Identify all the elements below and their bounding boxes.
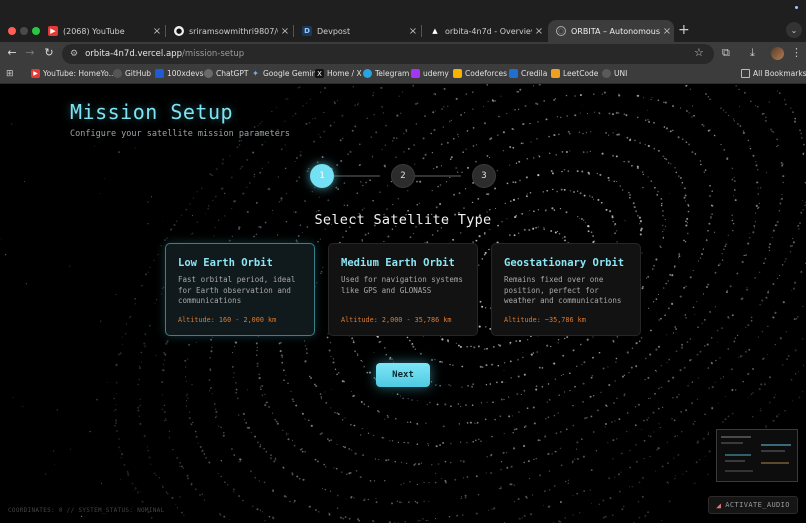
back-button[interactable]: ← xyxy=(4,46,20,59)
leetcode-icon xyxy=(551,69,560,78)
github-icon xyxy=(113,69,122,78)
bookmark-gemini[interactable]: ✦ Google Gemini xyxy=(251,69,318,78)
tab-search-button[interactable]: ⌄ xyxy=(786,22,802,38)
close-icon[interactable]: × xyxy=(150,26,164,37)
bookmark-telegram[interactable]: Telegram xyxy=(363,69,409,78)
browser-tab-devpost[interactable]: D Devpost × xyxy=(294,20,420,42)
extensions-icon[interactable]: ⧉ xyxy=(722,46,730,60)
preview-thumbnail xyxy=(716,429,798,482)
section-title: Select Satellite Type xyxy=(314,212,492,228)
bookmarks-bar: ⊞ ▶ YouTube: HomeYo... GitHub 100xdevs Ch… xyxy=(0,66,806,84)
bookmark-star-icon[interactable]: ☆ xyxy=(694,46,704,59)
globe-icon xyxy=(602,69,611,78)
bookmark-codeforces[interactable]: Codeforces xyxy=(453,69,507,78)
arrow-right-icon: → xyxy=(25,46,35,59)
step-indicator-2: 2 xyxy=(391,164,415,188)
bookmark-credila[interactable]: Credila xyxy=(509,69,547,78)
apps-icon[interactable]: ⊞ xyxy=(6,69,14,79)
tab-label: ORBITA – Autonomous Space xyxy=(571,26,660,36)
forward-button[interactable]: → xyxy=(22,46,38,59)
reload-icon: ↻ xyxy=(44,46,54,59)
card-description: Used for navigation systems like GPS and… xyxy=(341,275,463,295)
activate-audio-button[interactable]: ◢ ACTIVATE_AUDIO xyxy=(708,496,798,514)
bookmark-udemy[interactable]: udemy xyxy=(411,69,449,78)
credila-icon xyxy=(509,69,518,78)
speaker-icon: ◢ xyxy=(716,500,722,510)
chevron-down-icon: ⌄ xyxy=(790,25,798,35)
tab-label: sriramsowmithri9807/ORBITA xyxy=(189,26,278,36)
tab-label: Devpost xyxy=(317,26,351,36)
github-icon: ● xyxy=(174,26,184,36)
close-icon[interactable]: × xyxy=(660,26,674,37)
browser-tab-github[interactable]: ● sriramsowmithri9807/ORBITA × xyxy=(166,20,292,42)
folder-icon xyxy=(741,69,750,78)
browser-tab-vercel[interactable]: ▲ orbita-4n7d - Overview – Ver × xyxy=(422,20,546,42)
window-maximize-button[interactable] xyxy=(32,27,40,35)
globe-icon: ◌ xyxy=(556,26,566,36)
satellite-card-geo[interactable]: Geostationary Orbit Remains fixed over o… xyxy=(491,243,641,336)
download-icon[interactable]: ⤓ xyxy=(750,46,755,60)
url-path: /mission-setup xyxy=(181,49,245,59)
browser-tab-bar: ▶ (2068) YouTube × ● sriramsowmithri9807… xyxy=(0,0,806,42)
bookmark-uni[interactable]: UNI xyxy=(602,69,627,78)
close-icon[interactable]: × xyxy=(406,26,420,37)
reload-button[interactable]: ↻ xyxy=(41,46,57,59)
codeforces-icon xyxy=(453,69,462,78)
youtube-icon: ▶ xyxy=(31,69,40,78)
devpost-icon: D xyxy=(302,26,312,36)
status-footer: COORDINATES: 0 // SYSTEM_STATUS: NOMINAL xyxy=(8,507,165,514)
bookmark-x[interactable]: X Home / X xyxy=(315,69,362,78)
bookmark-leetcode[interactable]: LeetCode xyxy=(551,69,598,78)
card-title: Medium Earth Orbit xyxy=(341,257,455,269)
tab-label: orbita-4n7d - Overview – Ver xyxy=(445,26,532,36)
bookmark-youtube[interactable]: ▶ YouTube: HomeYo... xyxy=(31,69,116,78)
step-connector xyxy=(415,175,461,177)
step-indicator-3: 3 xyxy=(472,164,496,188)
browser-toolbar: ← → ↻ ⚙ orbita-4n7d.vercel.app/mission-s… xyxy=(0,42,806,66)
card-altitude: Altitude: ~35,786 km xyxy=(504,316,586,324)
telegram-icon xyxy=(363,69,372,78)
tab-label: (2068) YouTube xyxy=(63,26,125,36)
mission-setup-page: Mission Setup Configure your satellite m… xyxy=(0,84,806,523)
page-subtitle: Configure your satellite mission paramet… xyxy=(70,129,291,139)
card-description: Remains fixed over one position, perfect… xyxy=(504,275,622,305)
chatgpt-icon xyxy=(204,69,213,78)
card-altitude: Altitude: 2,000 - 35,786 km xyxy=(341,316,452,324)
100xdevs-icon xyxy=(155,69,164,78)
step-connector xyxy=(334,175,380,177)
bookmark-chatgpt[interactable]: ChatGPT xyxy=(204,69,248,78)
browser-tab-youtube[interactable]: ▶ (2068) YouTube × xyxy=(40,20,164,42)
satellite-card-leo[interactable]: Low Earth Orbit Fast orbital period, ide… xyxy=(165,243,315,336)
page-title: Mission Setup xyxy=(70,100,234,124)
close-icon[interactable]: × xyxy=(278,26,292,37)
card-altitude: Altitude: 160 - 2,000 km xyxy=(178,316,277,324)
new-tab-button[interactable]: + xyxy=(678,22,690,38)
more-menu-icon[interactable]: ⋮ xyxy=(791,46,802,59)
browser-tab-orbita[interactable]: ◌ ORBITA – Autonomous Space × xyxy=(548,20,674,42)
card-title: Low Earth Orbit xyxy=(178,257,273,269)
satellite-card-meo[interactable]: Medium Earth Orbit Used for navigation s… xyxy=(328,243,478,336)
card-title: Geostationary Orbit xyxy=(504,257,625,269)
x-icon: X xyxy=(315,69,324,78)
avatar[interactable] xyxy=(771,47,784,60)
gemini-icon: ✦ xyxy=(252,69,259,78)
all-bookmarks-button[interactable]: All Bookmarks xyxy=(741,69,806,78)
bookmark-github[interactable]: GitHub xyxy=(113,69,151,78)
vercel-icon: ▲ xyxy=(432,27,438,35)
udemy-icon xyxy=(411,69,420,78)
site-settings-icon[interactable]: ⚙ xyxy=(70,49,78,59)
youtube-icon: ▶ xyxy=(48,26,58,36)
url-host: orbita-4n7d.vercel.app xyxy=(85,49,182,59)
card-description: Fast orbital period, ideal for Earth obs… xyxy=(178,275,296,305)
window-minimize-button[interactable] xyxy=(20,27,28,35)
arrow-left-icon: ← xyxy=(7,46,17,59)
next-button[interactable]: Next xyxy=(376,363,430,387)
close-icon[interactable]: × xyxy=(532,26,546,37)
window-close-button[interactable] xyxy=(8,27,16,35)
address-bar[interactable]: ⚙ orbita-4n7d.vercel.app/mission-setup xyxy=(62,44,714,64)
bookmark-100xdevs[interactable]: 100xdevs xyxy=(155,69,203,78)
notification-dot xyxy=(795,6,798,9)
step-indicator-1: 1 xyxy=(310,164,334,188)
